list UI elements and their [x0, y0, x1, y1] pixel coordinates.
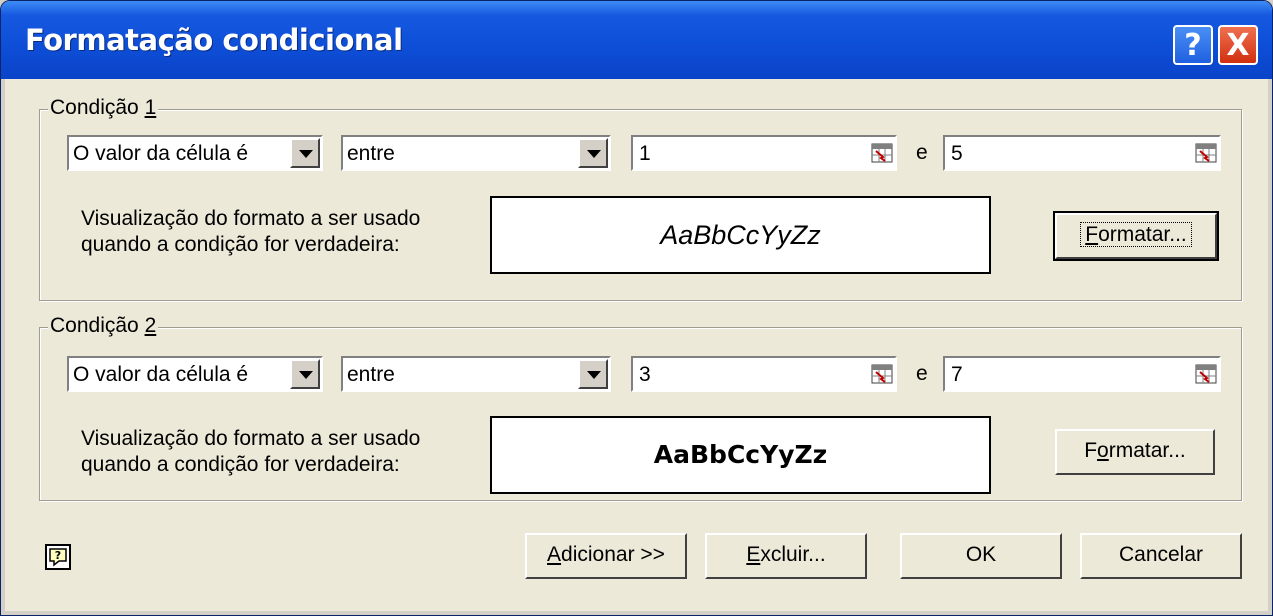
range-select-icon[interactable] [1195, 143, 1217, 163]
close-button[interactable]: X [1218, 25, 1258, 65]
condition-2-description: Visualização do formato a ser usado quan… [81, 427, 421, 476]
condition-1-and-label: e [916, 141, 928, 164]
condition-1-legend: Condição 1 [48, 96, 159, 120]
condition-2-preview: AaBbCcYyZz [490, 416, 991, 494]
condition-2-and-label: e [916, 362, 928, 385]
delete-button[interactable]: Excluir... [705, 533, 867, 579]
chevron-down-icon[interactable] [290, 138, 320, 168]
svg-text:?: ? [55, 549, 61, 562]
condition-1-preview: AaBbCcYyZz [490, 196, 991, 274]
add-button[interactable]: Adicionar >> [525, 533, 687, 579]
condition-2-operand-select[interactable]: O valor da célula é [67, 356, 323, 392]
condition-1-operand-select[interactable]: O valor da célula é [67, 135, 323, 171]
range-select-icon[interactable] [871, 364, 893, 384]
condition-1-description: Visualização do formato a ser usado quan… [81, 207, 421, 256]
condition-2-legend: Condição 2 [48, 314, 159, 338]
condition-2-format-button[interactable]: Formatar... [1055, 429, 1215, 475]
dialog-title: Formatação condicional [25, 23, 403, 57]
condition-2-value1-field[interactable]: 3 [631, 356, 897, 392]
dialog-content: Condição 1 O valor da célula é entre 1 e… [5, 79, 1268, 611]
cancel-button[interactable]: Cancelar [1080, 533, 1242, 579]
chevron-down-icon[interactable] [578, 359, 608, 389]
condition-1-value1-field[interactable]: 1 [631, 135, 897, 171]
condition-2-operator-select[interactable]: entre [341, 356, 611, 392]
range-select-icon[interactable] [1195, 364, 1217, 384]
condition-1-format-button[interactable]: Formatar... [1053, 211, 1219, 261]
help-icon[interactable]: ? [45, 544, 71, 570]
range-select-icon[interactable] [871, 143, 893, 163]
condition-2-value2-field[interactable]: 7 [943, 356, 1221, 392]
ok-button[interactable]: OK [900, 533, 1062, 579]
help-title-button[interactable]: ? [1173, 25, 1213, 65]
chevron-down-icon[interactable] [290, 359, 320, 389]
title-bar[interactable]: Formatação condicional ? X [1, 1, 1272, 79]
condition-1-operator-select[interactable]: entre [341, 135, 611, 171]
condition-1-value2-field[interactable]: 5 [943, 135, 1221, 171]
dialog-window: Formatação condicional ? X Condição 1 O … [0, 0, 1273, 616]
chevron-down-icon[interactable] [578, 138, 608, 168]
